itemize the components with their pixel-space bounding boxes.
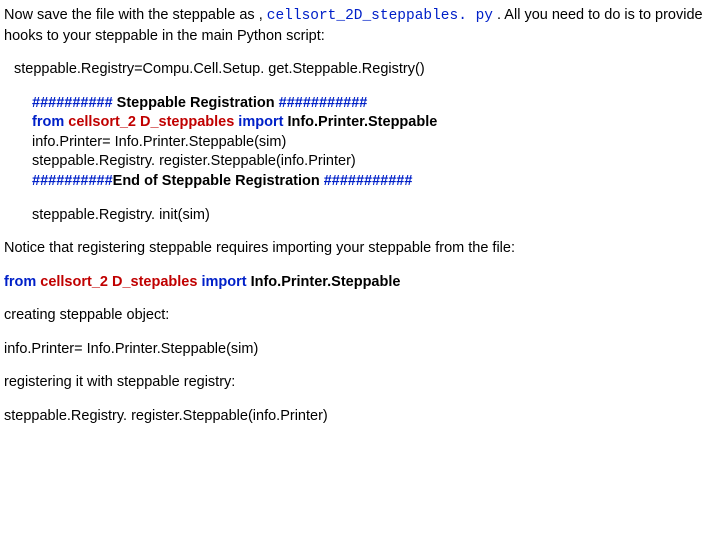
kw-import: import (234, 114, 283, 130)
reg-open: ########## Steppable Registration ######… (32, 94, 716, 114)
intro-filename: cellsort_2D_steppables. py (267, 8, 493, 24)
module-name-2: cellsort_2 D_stepables (40, 274, 197, 290)
intro-text-1: Now save the file with the steppable as … (4, 7, 263, 23)
intro-paragraph: Now save the file with the steppable as … (4, 6, 716, 46)
import-example: from cellsort_2 D_stepables import Info.… (4, 273, 716, 293)
kw-from-2: from (4, 274, 40, 290)
kw-import-2: import (197, 274, 246, 290)
hash-open: ########## (32, 95, 113, 111)
registering-text: registering it with steppable registry: (4, 373, 716, 393)
registration-block: ########## Steppable Registration ######… (4, 94, 716, 192)
class-name: Info.Printer.Steppable (283, 114, 437, 130)
hash-open-2: ########### (279, 95, 368, 111)
reg-close-text: End of Steppable Registration (113, 173, 324, 189)
register-line: steppable.Registry. register.Steppable(i… (4, 407, 716, 427)
module-name: cellsort_2 D_steppables (68, 114, 234, 130)
creating-text: creating steppable object: (4, 306, 716, 326)
reg-line-3: info.Printer= Info.Printer.Steppable(sim… (32, 133, 716, 153)
reg-close: ##########End of Steppable Registration … (32, 172, 716, 192)
notice-text: Notice that registering steppable requir… (4, 239, 716, 259)
hash-close-2: ########### (324, 173, 413, 189)
class-name-2: Info.Printer.Steppable (247, 274, 401, 290)
hash-close: ########## (32, 173, 113, 189)
reg-line-4: steppable.Registry. register.Steppable(i… (32, 152, 716, 172)
init-line: steppable.Registry. init(sim) (4, 206, 716, 226)
object-line: info.Printer= Info.Printer.Steppable(sim… (4, 340, 716, 360)
kw-from: from (32, 114, 68, 130)
reg-import: from cellsort_2 D_steppables import Info… (32, 113, 716, 133)
registry-get-line: steppable.Registry=Compu.Cell.Setup. get… (4, 60, 716, 80)
reg-open-text: Steppable Registration (113, 95, 279, 111)
